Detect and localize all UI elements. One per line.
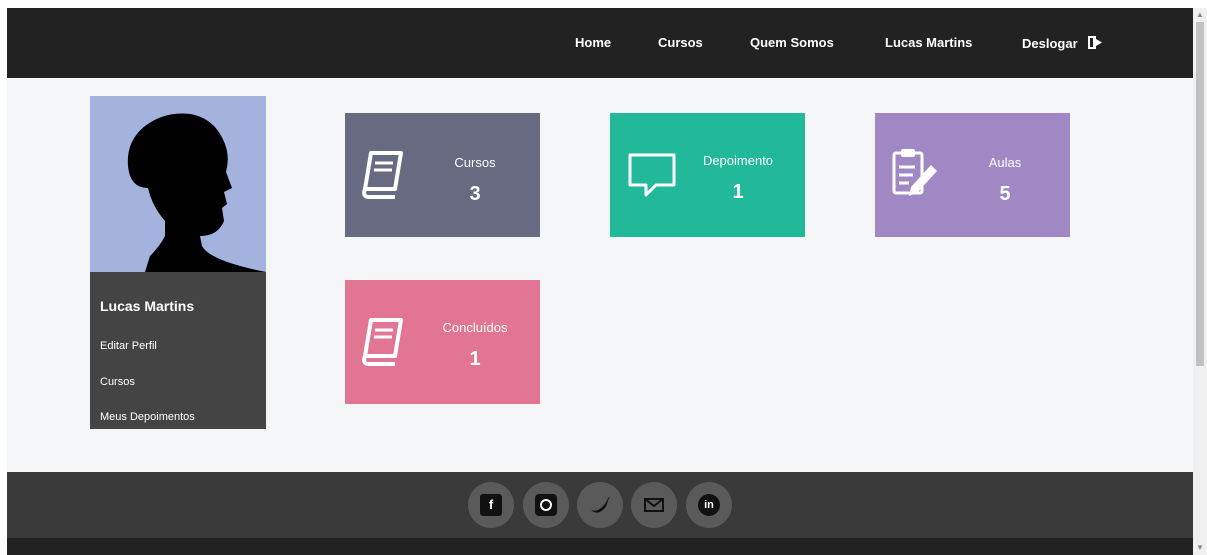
linkedin-icon[interactable]: in	[686, 482, 732, 528]
facebook-icon[interactable]: f	[468, 482, 514, 528]
edit-profile-link[interactable]: Editar Perfil	[100, 340, 157, 352]
card-value: 3	[469, 183, 481, 205]
nav-cursos[interactable]: Cursos	[658, 35, 703, 50]
profile-name: Lucas Martins	[100, 298, 195, 314]
courses-link[interactable]: Cursos	[100, 376, 135, 388]
card-depoimento[interactable]: Depoimento 1	[610, 113, 805, 237]
clipboard-pencil-icon	[891, 147, 939, 206]
card-value: 1	[469, 348, 481, 370]
card-label: Depoimento	[702, 153, 774, 168]
my-testimonials-link[interactable]: Meus Depoimentos	[100, 411, 195, 423]
navbar: Home Cursos Quem Somos Lucas Martins Des…	[7, 8, 1193, 78]
card-concluidos[interactable]: Concluídos 1	[345, 280, 540, 404]
speech-bubble-icon	[626, 151, 678, 204]
logout-icon	[1087, 35, 1103, 53]
scroll-up-icon[interactable]: ▲	[1196, 10, 1204, 19]
card-value: 5	[999, 183, 1011, 205]
instagram-icon[interactable]	[523, 482, 569, 528]
card-label: Aulas	[988, 155, 1022, 170]
scroll-down-icon[interactable]: ▼	[1196, 543, 1204, 552]
scrollbar[interactable]: ▲ ▼	[1193, 8, 1207, 555]
logout-label: Deslogar	[1022, 36, 1078, 51]
card-cursos[interactable]: Cursos 3	[345, 113, 540, 237]
scroll-thumb[interactable]	[1196, 22, 1204, 366]
nav-home[interactable]: Home	[575, 35, 611, 50]
main-content: Lucas Martins Editar Perfil Cursos Meus …	[7, 78, 1193, 472]
book-icon	[359, 316, 405, 371]
card-label: Concluídos	[442, 320, 508, 335]
profile-panel: Lucas Martins Editar Perfil Cursos Meus …	[90, 96, 266, 429]
user-silhouette-icon	[127, 113, 266, 272]
footer-bottom-bar	[7, 538, 1193, 555]
twitter-icon[interactable]	[577, 482, 623, 528]
footer: f in	[7, 472, 1193, 538]
card-value: 1	[732, 181, 744, 203]
nav-user[interactable]: Lucas Martins	[885, 35, 972, 50]
card-aulas[interactable]: Aulas 5	[875, 113, 1070, 237]
email-icon[interactable]	[631, 482, 677, 528]
book-icon	[359, 149, 405, 204]
avatar	[90, 96, 266, 272]
card-label: Cursos	[454, 155, 496, 170]
nav-quem-somos[interactable]: Quem Somos	[750, 35, 834, 50]
top-band	[0, 0, 1207, 8]
logout-button[interactable]: Deslogar	[1022, 35, 1103, 53]
